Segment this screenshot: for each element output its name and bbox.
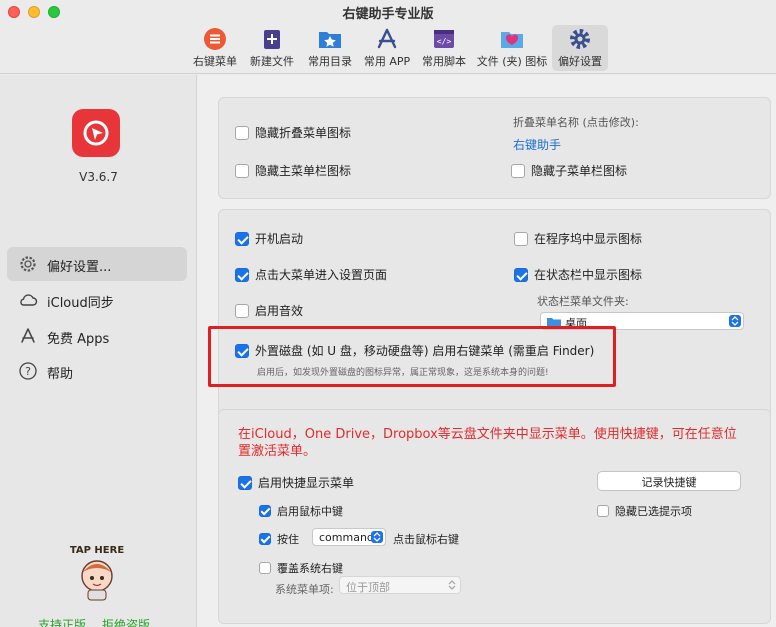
svg-text:?: ?	[25, 365, 31, 378]
fold-name-label: 折叠菜单名称 (点击修改):	[513, 116, 639, 129]
toolbar-common-folders[interactable]: 常用目录	[304, 25, 356, 71]
override-system-menu-checkbox[interactable]: 覆盖系统右键	[259, 560, 343, 576]
sidebar-item-free-apps[interactable]: 免费 Apps	[7, 319, 187, 353]
hide-main-menu-icon-checkbox[interactable]: 隐藏主菜单栏图标	[235, 162, 351, 179]
statusbar-folder-label: 状态栏菜单文件夹:	[537, 295, 629, 308]
hide-submenu-icon-checkbox[interactable]: 隐藏子菜单栏图标	[511, 162, 627, 179]
new-file-icon	[264, 30, 280, 49]
footer-reject-piracy: 拒绝盗版	[102, 618, 151, 627]
system-menu-position-select[interactable]: 位于顶部	[339, 576, 461, 594]
gear-icon	[570, 29, 590, 49]
sidebar-item-icloud[interactable]: iCloud同步	[7, 283, 187, 317]
app-store-icon	[377, 28, 397, 49]
script-icon: </>	[434, 30, 454, 48]
chevron-updown-icon	[371, 531, 383, 543]
tap-here-mascot[interactable]: TAP HERE	[62, 540, 132, 602]
sidebar: V3.6.7 偏好设置... iCloud同步 免费 Apps ? 帮助 TAP…	[0, 75, 197, 627]
window-title: 右键助手专业版	[342, 7, 434, 22]
record-shortcut-button[interactable]: 记录快捷键	[597, 471, 741, 491]
toolbar-new-file[interactable]: 新建文件	[246, 25, 298, 71]
sidebar-item-help[interactable]: ? 帮助	[7, 354, 187, 388]
cursor-logo-icon	[83, 120, 109, 146]
section-menu-icons: 隐藏折叠菜单图标 隐藏主菜单栏图标 折叠菜单名称 (点击修改): 右键助手 隐藏…	[218, 97, 771, 199]
enable-sound-checkbox[interactable]: 启用音效	[235, 302, 303, 319]
app-store-icon	[21, 328, 35, 343]
toolbar-preferences[interactable]: 偏好设置	[552, 25, 608, 71]
mascot-icon: TAP HERE	[70, 545, 124, 601]
title-bar: 右键助手专业版 右键菜单 新建文件 常用目录 常用 APP </> 常用脚本 文…	[0, 0, 776, 74]
toolbar-common-scripts[interactable]: </> 常用脚本	[419, 25, 469, 71]
cloud-drive-notice: 在iCloud，One Drive，Dropbox等云盘文件夹中显示菜单。使用快…	[238, 427, 737, 459]
show-in-dock-checkbox[interactable]: 在程序坞中显示图标	[514, 230, 642, 247]
folder-heart-icon	[501, 32, 523, 48]
toolbar: 右键菜单 新建文件 常用目录 常用 APP </> 常用脚本 文件 (夹) 图标…	[0, 25, 776, 71]
hold-modifier-checkbox[interactable]: 按住	[259, 531, 299, 547]
enable-shortcut-menu-checkbox[interactable]: 启用快捷显示菜单	[238, 474, 354, 491]
highlight-annotation	[208, 326, 616, 387]
middle-click-checkbox[interactable]: 启用鼠标中键	[259, 503, 343, 519]
menu-list-icon	[204, 28, 226, 50]
sidebar-item-preferences[interactable]: 偏好设置...	[7, 247, 187, 281]
footer-support-genuine: 支持正版	[38, 618, 87, 627]
chevron-updown-icon	[446, 579, 458, 591]
fold-name-value[interactable]: 右键助手	[513, 136, 561, 153]
section-shortcuts: 在iCloud，One Drive，Dropbox等云盘文件夹中显示菜单。使用快…	[218, 409, 771, 624]
gear-icon	[20, 256, 36, 272]
launch-at-login-checkbox[interactable]: 开机启动	[235, 230, 303, 247]
cloud-icon	[20, 294, 38, 306]
svg-text:TAP HERE: TAP HERE	[70, 545, 124, 556]
hide-fold-menu-icon-checkbox[interactable]: 隐藏折叠菜单图标	[235, 124, 351, 141]
toolbar-common-apps[interactable]: 常用 APP	[361, 25, 413, 71]
toolbar-file-folder-icons[interactable]: 文件 (夹) 图标	[476, 25, 548, 71]
toolbar-context-menu[interactable]: 右键菜单	[190, 25, 240, 71]
footer-links: 支持正版 拒绝盗版	[38, 616, 166, 627]
modifier-key-select[interactable]: command	[312, 528, 386, 546]
click-menu-open-settings-checkbox[interactable]: 点击大菜单进入设置页面	[235, 266, 387, 283]
hide-selected-hints-checkbox[interactable]: 隐藏已选提示项	[597, 503, 692, 519]
app-logo	[72, 109, 120, 157]
chevron-updown-icon	[729, 315, 741, 327]
click-right-mouse-label: 点击鼠标右键	[393, 533, 459, 546]
system-menu-item-label: 系统菜单项:	[275, 583, 334, 596]
app-version: V3.6.7	[79, 170, 118, 184]
question-icon: ?	[19, 362, 37, 380]
show-in-statusbar-checkbox[interactable]: 在状态栏中显示图标	[514, 266, 642, 283]
svg-text:</>: </>	[437, 37, 452, 46]
folder-star-icon	[319, 32, 341, 48]
